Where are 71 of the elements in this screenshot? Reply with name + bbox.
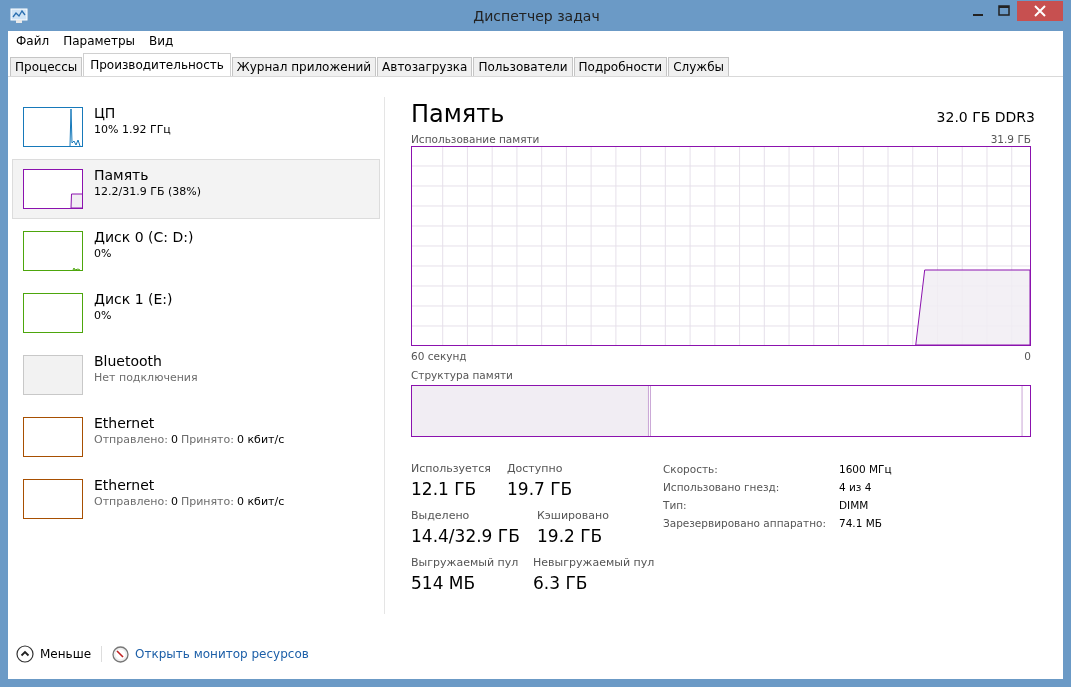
stat-value: 14.4/32.9 ГБ (411, 525, 521, 548)
menu-item[interactable]: Файл (12, 34, 54, 48)
chevron-up-icon (16, 645, 34, 663)
sidebar-item[interactable]: Память 12.2/31.9 ГБ (38%) (12, 159, 380, 219)
stat-label: Используется (411, 461, 492, 477)
sidebar-item[interactable]: Ethernet Отправлено: 0 Принято: 0 кбит/с (12, 469, 380, 529)
device-status: 0% (94, 308, 113, 324)
memory-spec: 32.0 ГБ DDR3 (936, 109, 1035, 125)
device-status: Нет подключения (94, 370, 198, 386)
chart-title: Использование памяти (411, 132, 540, 146)
menu-item[interactable]: Вид (145, 34, 178, 48)
menu-item[interactable]: Параметры (59, 34, 140, 48)
stat-label: Выгружаемый пул (411, 555, 520, 571)
tab[interactable]: Пользователи (473, 57, 573, 76)
axis-start-label: 60 секунд (411, 349, 467, 363)
resource-monitor-link[interactable]: Открыть монитор ресурсов (135, 647, 309, 661)
tab[interactable]: Подробности (573, 57, 668, 76)
tab[interactable]: Производительность (83, 53, 231, 76)
device-name: Память (94, 166, 150, 184)
received-label: Принято: (180, 432, 234, 448)
sidebar-item[interactable]: Bluetooth Нет подключения (12, 345, 380, 405)
device-name: Bluetooth (94, 352, 163, 370)
received-value: 0 кбит/с (236, 432, 285, 448)
property-value: DIMM (839, 498, 870, 513)
device-name: Ethernet (94, 476, 156, 494)
property-value: 74.1 МБ (839, 516, 883, 531)
device-name: Ethernet (94, 414, 156, 432)
device-name: Диск 1 (E:) (94, 290, 173, 308)
stat-label: Невыгружаемый пул (533, 555, 655, 571)
sidebar-item[interactable]: Диск 1 (E:) 0% (12, 283, 380, 343)
sidebar-item[interactable]: Диск 0 (C: D:) 0% (12, 221, 380, 281)
tab[interactable]: Журнал приложений (231, 57, 377, 76)
app-icon (10, 7, 28, 24)
stat-value: 19.7 ГБ (507, 478, 573, 501)
device-status: 10% 1.92 ГГц (94, 122, 171, 138)
stat-label: Выделено (411, 508, 471, 524)
stat-value: 12.1 ГБ (411, 478, 478, 501)
sent-label: Отправлено: (94, 432, 168, 448)
stat-value: 6.3 ГБ (533, 572, 589, 595)
sidebar-item[interactable]: ЦП 10% 1.92 ГГц (12, 97, 380, 157)
tab[interactable]: Службы (668, 57, 729, 76)
stat-label: Доступно (507, 461, 564, 477)
device-status: 12.2/31.9 ГБ (38%) (94, 184, 201, 200)
window-title: Диспетчер задач (473, 7, 600, 24)
close-icon[interactable] (1017, 1, 1063, 21)
received-value: 0 кбит/с (236, 494, 285, 510)
received-label: Принято: (180, 494, 234, 510)
axis-max-label: 31.9 ГБ (990, 132, 1031, 146)
axis-end-label: 0 (1024, 349, 1031, 363)
sent-label: Отправлено: (94, 494, 168, 510)
sent-value: 0 (170, 432, 178, 448)
device-status: 0% (94, 246, 113, 262)
sent-value: 0 (170, 494, 178, 510)
property-label: Скорость: (663, 462, 719, 477)
tab[interactable]: Процессы (10, 57, 83, 76)
stat-label: Кэшировано (537, 508, 609, 524)
device-name: ЦП (94, 104, 117, 122)
stat-value: 19.2 ГБ (537, 525, 604, 548)
property-label: Тип: (663, 498, 688, 513)
property-label: Зарезервировано аппаратно: (663, 516, 827, 531)
chart-title: Структура памяти (411, 368, 513, 382)
section-title: Память (411, 99, 505, 129)
property-label: Использовано гнезд: (663, 480, 781, 495)
stat-value: 514 МБ (411, 572, 477, 595)
tab[interactable]: Автозагрузка (377, 57, 473, 76)
sidebar-item[interactable]: Ethernet Отправлено: 0 Принято: 0 кбит/с (12, 407, 380, 467)
property-value: 4 из 4 (839, 480, 873, 495)
fewer-details-button[interactable]: Меньше (16, 645, 92, 663)
device-name: Диск 0 (C: D:) (94, 228, 194, 246)
gauge-icon (112, 645, 130, 663)
property-value: 1600 МГц (839, 462, 892, 477)
